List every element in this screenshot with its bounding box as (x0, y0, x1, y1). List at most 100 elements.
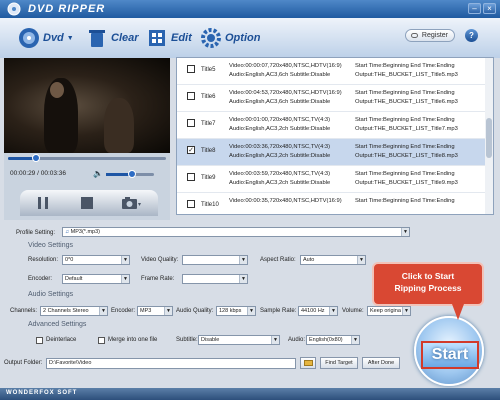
resolution-select[interactable]: 0*0 ▼ (62, 255, 130, 265)
dvd-disc-icon (19, 28, 39, 48)
audio-settings-heading: Audio Settings (28, 291, 74, 298)
chevron-down-icon: ▼ (121, 275, 129, 283)
title-row[interactable]: ✓ Title8 Video:00:03:36,720x480,NTSC,TV(4:… (177, 139, 486, 166)
key-icon (411, 33, 418, 38)
row-info-audio: Audio:English,AC3,2ch Subtitle:Disable (229, 126, 331, 132)
video-quality-select[interactable]: ▼ (182, 255, 248, 265)
close-button[interactable]: × (483, 3, 496, 14)
option-button[interactable]: Option (200, 22, 260, 54)
row-checkbox[interactable]: ✓ (187, 146, 195, 154)
row-info-audio: Audio:English,AC3,6ch Subtitle:Disable (229, 99, 331, 105)
chevron-down-icon[interactable]: ▼ (67, 35, 74, 42)
row-info: Video:00:03:36,720x480,NTSC,TV(4:3) Audio… (229, 143, 357, 161)
footer-brand: WONDERFOX SOFT (6, 390, 78, 396)
chevron-down-icon: ▼ (357, 256, 365, 264)
seek-slider[interactable] (8, 154, 166, 162)
row-info-video: Video:00:03:36,720x480,NTSC,TV(4:3) (229, 144, 331, 150)
title-row[interactable]: Title7 Video:00:01:00,720x480,NTSC,TV(4:3… (177, 112, 486, 139)
sample-rate-select[interactable]: 44100 Hz ▼ (298, 306, 338, 316)
encoder-select[interactable]: Default ▼ (62, 274, 130, 284)
row-output: Start Time:Beginning End Time:Ending Outp… (355, 143, 485, 161)
title-row[interactable]: Title10 Video:00:00:35,720x480,NTSC,HDTV(… (177, 193, 486, 214)
music-note-icon: ♫ (65, 229, 70, 235)
row-info-video: Video:00:01:00,720x480,NTSC,TV(4:3) (229, 117, 331, 123)
encoder-value: Default (65, 276, 83, 282)
row-info-video: Video:00:00:07,720x480,NTSC,HDTV(16:9) (229, 63, 342, 69)
volume-value: Keep origina (370, 308, 401, 314)
row-title: Title7 (201, 121, 216, 127)
speaker-icon[interactable]: 🔈 (93, 169, 103, 178)
help-button[interactable]: ? (465, 29, 478, 42)
register-button[interactable]: Register (405, 29, 455, 42)
edit-label: Edit (171, 32, 192, 44)
merge-checkbox[interactable] (98, 337, 105, 344)
find-target-button[interactable]: Find Target (320, 357, 358, 369)
output-folder-input[interactable]: D:\Favorite\Video (46, 358, 296, 369)
start-button[interactable]: Start (421, 341, 479, 369)
row-info-audio: Audio:English,AC3,6ch Subtitle:Disable (229, 72, 331, 78)
deinterlace-checkbox[interactable] (36, 337, 43, 344)
subtitle-select[interactable]: Disable ▼ (198, 335, 280, 345)
clear-label: Clear (111, 32, 139, 44)
gear-icon (201, 28, 221, 48)
audio-quality-value: 128 kbps (219, 308, 242, 314)
chevron-down-icon: ▼ (164, 307, 172, 315)
row-output: Start Time:Beginning End Time:Ending Outp… (355, 170, 485, 188)
audio-track-select[interactable]: English(0x80) ▼ (306, 335, 360, 345)
callout-line-1: Click to Start (401, 271, 455, 281)
row-info-video: Video:00:00:35,720x480,NTSC,HDTV(16:9) (229, 198, 342, 204)
app-title: DVD RIPPER (28, 3, 106, 15)
volume-select[interactable]: Keep origina ▼ (367, 306, 411, 316)
scrollbar-thumb[interactable] (486, 118, 492, 158)
clear-button[interactable]: Clear (86, 22, 139, 54)
frame-rate-select[interactable]: ▼ (182, 274, 248, 284)
row-title: Title8 (201, 148, 216, 154)
camera-icon[interactable] (120, 195, 142, 211)
subtitle-label: Subtitle: (176, 337, 198, 343)
row-output-file: Output:THE_BUCKET_LIST_Title5.mp3 (355, 72, 458, 78)
minimize-button[interactable]: – (468, 3, 481, 14)
title-row[interactable]: Title9 Video:00:03:59,720x480,NTSC,TV(4:3… (177, 166, 486, 193)
video-preview[interactable] (4, 58, 170, 153)
start-callout: Click to Start Ripping Process (372, 262, 484, 306)
pause-icon[interactable] (34, 195, 52, 211)
row-output-file: Output:THE_BUCKET_LIST_Title6.mp3 (355, 99, 458, 105)
audio-quality-select[interactable]: 128 kbps ▼ (216, 306, 256, 316)
profile-select[interactable]: ♫ MP3(*.mp3) ▼ (62, 227, 410, 237)
title-list-scrollbar[interactable] (485, 58, 493, 214)
film-edit-icon (149, 30, 165, 46)
edit-button[interactable]: Edit (146, 22, 192, 54)
dvd-button[interactable]: Dvd ▼ (18, 22, 74, 54)
dvd-label: Dvd (43, 32, 64, 44)
row-title: Title5 (201, 67, 216, 73)
aspect-ratio-select[interactable]: Auto ▼ (300, 255, 366, 265)
row-output: Start Time:Beginning End Time:Ending Outp… (355, 116, 485, 134)
row-checkbox[interactable] (187, 200, 195, 208)
row-output-file: Output:THE_BUCKET_LIST_Title8.mp3 (355, 153, 458, 159)
row-output: Start Time:Beginning End Time:Ending Outp… (355, 62, 485, 80)
row-checkbox[interactable] (187, 65, 195, 73)
stop-icon[interactable] (78, 195, 96, 211)
video-frame-figure (104, 98, 134, 153)
folder-browse-button[interactable] (300, 357, 316, 369)
audio-encoder-select[interactable]: MP3 ▼ (137, 306, 173, 316)
row-output-file: Output:THE_BUCKET_LIST_Title7.mp3 (355, 126, 458, 132)
title-bar: DVD RIPPER – × (0, 0, 500, 18)
row-checkbox[interactable] (187, 119, 195, 127)
volume-label: Volume: (342, 308, 364, 314)
advanced-settings-heading: Advanced Settings (28, 321, 87, 328)
row-checkbox[interactable] (187, 173, 195, 181)
profile-value: MP3(*.mp3) (70, 229, 100, 235)
row-checkbox[interactable] (187, 92, 195, 100)
title-row[interactable]: Title5 Video:00:00:07,720x480,NTSC,HDTV(1… (177, 58, 486, 85)
after-done-button[interactable]: After Done (362, 357, 400, 369)
chevron-down-icon: ▼ (402, 307, 410, 315)
volume-slider[interactable] (106, 170, 154, 178)
channels-select[interactable]: 2 Channels Stereo ▼ (40, 306, 108, 316)
row-time-range: Start Time:Beginning End Time:Ending (355, 90, 455, 96)
title-row[interactable]: Title6 Video:00:04:53,720x480,NTSC,HDTV(1… (177, 85, 486, 112)
callout-text: Click to Start Ripping Process (374, 270, 482, 294)
encoder-label: Encoder: (28, 276, 53, 282)
playback-time: 00:00:29 / 00:03:36 (10, 170, 66, 177)
row-time-range: Start Time:Beginning End Time:Ending (355, 117, 455, 123)
